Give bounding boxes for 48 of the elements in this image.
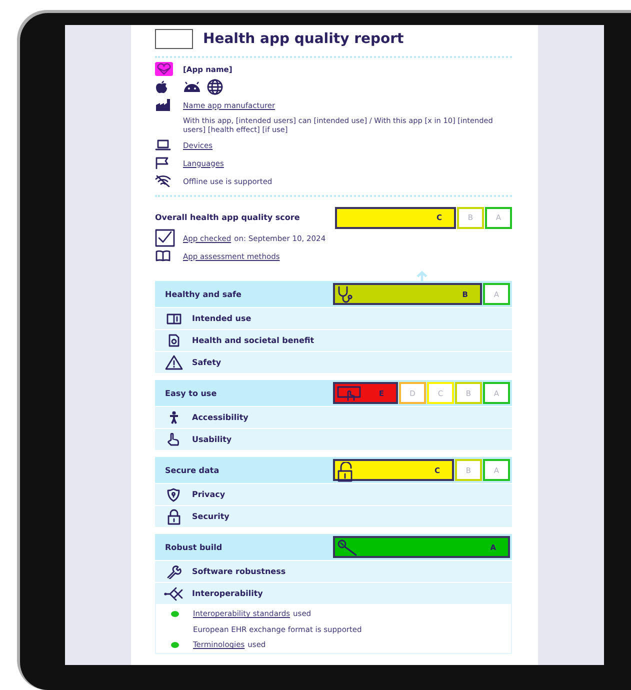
logo-placeholder — [155, 29, 193, 49]
book-info-icon — [166, 312, 182, 324]
report-title: Health app quality report — [203, 31, 404, 47]
criterion-row[interactable]: Software robustness — [155, 560, 512, 582]
criterion-label: Security — [192, 512, 230, 521]
section-title: Secure data — [165, 466, 220, 474]
heart-app-icon — [155, 62, 173, 76]
criterion-label: Intended use — [192, 314, 252, 323]
criterion-label: Health and societal benefit — [192, 336, 314, 345]
criterion-label: Software robustness — [192, 567, 286, 576]
criterion-label: Safety — [192, 358, 222, 367]
criterion-row[interactable]: Accessibility — [155, 406, 512, 428]
criterion-label: Accessibility — [192, 413, 248, 422]
network-icon — [164, 586, 184, 600]
apple-icon — [155, 80, 168, 94]
criterion-row[interactable]: Usability — [155, 428, 512, 450]
document-icon — [168, 334, 180, 347]
arrow-up-icon — [416, 271, 428, 281]
section-title: Robust build — [165, 542, 222, 552]
wrench-icon — [337, 539, 359, 557]
criterion-row[interactable]: Safety — [155, 351, 512, 373]
criterion-label: Interoperability — [192, 589, 263, 598]
criterion-row[interactable]: Security — [155, 505, 512, 527]
factory-icon — [155, 99, 171, 111]
android-icon — [183, 81, 201, 93]
criterion-row[interactable]: Intended use — [155, 307, 512, 329]
laptop-icon — [155, 139, 171, 151]
open-padlock-icon — [337, 462, 355, 482]
flag-icon — [155, 157, 169, 169]
criterion-row[interactable]: Privacy — [155, 483, 512, 505]
person-icon — [168, 411, 178, 424]
globe-icon — [207, 79, 223, 95]
criterion-row[interactable]: Interoperability — [155, 582, 512, 604]
padlock-icon — [166, 508, 180, 524]
criterion-label: Usability — [192, 435, 232, 444]
checkbox-icon — [155, 229, 175, 247]
hand-pointer-icon — [337, 385, 363, 401]
book-icon — [155, 250, 171, 262]
hand-icon — [167, 433, 180, 446]
shield-icon — [167, 488, 180, 502]
criterion-row[interactable]: Health and societal benefit — [155, 329, 512, 351]
spanner-icon — [166, 564, 182, 578]
section-title: Healthy and safe — [165, 290, 242, 298]
section-title: Easy to use — [165, 388, 217, 398]
score-label: Overall health app quality score — [155, 213, 300, 222]
warning-icon — [164, 355, 182, 370]
criterion-label: Privacy — [192, 490, 226, 499]
wifi-off-icon — [155, 175, 171, 187]
